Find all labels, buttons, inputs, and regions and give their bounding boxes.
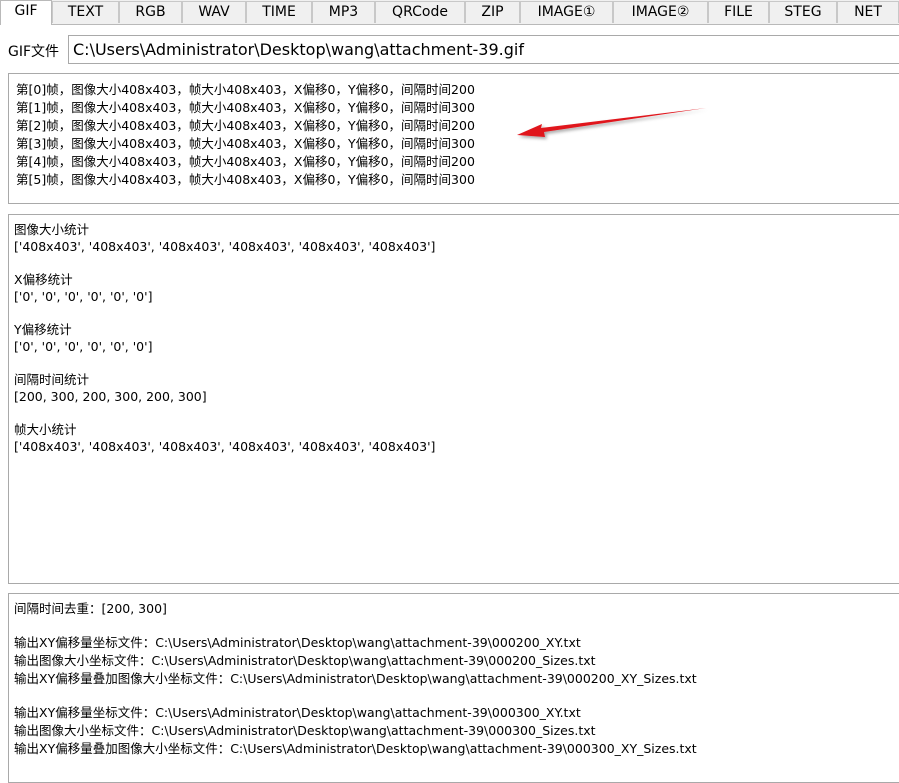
tab-qrcode[interactable]: QRCode <box>375 1 465 23</box>
tab-file[interactable]: FILE <box>708 1 769 23</box>
image-size-stats-title: 图像大小统计 <box>14 222 90 237</box>
output-file-line: 输出XY偏移量坐标文件：C:\Users\Administrator\Deskt… <box>14 635 581 650</box>
frame-size-stats-values: ['408x403', '408x403', '408x403', '408x4… <box>14 439 436 454</box>
tab-wav[interactable]: WAV <box>182 1 246 23</box>
frame-line: 第[5]帧，图像大小408x403，帧大小408x403，X偏移0，Y偏移0，间… <box>16 172 475 187</box>
x-offset-stats-title: X偏移统计 <box>14 272 73 287</box>
interval-stats-title: 间隔时间统计 <box>14 372 90 387</box>
output-textarea[interactable]: 间隔时间去重：[200, 300] 输出XY偏移量坐标文件：C:\Users\A… <box>8 593 899 783</box>
frame-line: 第[3]帧，图像大小408x403，帧大小408x403，X偏移0，Y偏移0，间… <box>16 136 475 151</box>
tab-bar: GIF TEXT RGB WAV TIME MP3 QRCode ZIP IMA… <box>0 0 899 25</box>
tab-image1[interactable]: IMAGE① <box>520 1 613 23</box>
tab-rgb[interactable]: RGB <box>119 1 182 23</box>
y-offset-stats-title: Y偏移统计 <box>14 322 72 337</box>
red-arrow-annotation <box>517 108 706 137</box>
tab-image2[interactable]: IMAGE② <box>613 1 708 23</box>
output-file-line: 输出XY偏移量叠加图像大小坐标文件：C:\Users\Administrator… <box>14 671 697 686</box>
frame-line: 第[4]帧，图像大小408x403，帧大小408x403，X偏移0，Y偏移0，间… <box>16 154 475 169</box>
image-size-stats-values: ['408x403', '408x403', '408x403', '408x4… <box>14 239 436 254</box>
tab-text[interactable]: TEXT <box>52 1 119 23</box>
stats-textarea[interactable]: 图像大小统计 ['408x403', '408x403', '408x403',… <box>8 214 899 584</box>
frame-line: 第[2]帧，图像大小408x403，帧大小408x403，X偏移0，Y偏移0，间… <box>16 118 475 133</box>
tab-zip[interactable]: ZIP <box>465 1 520 23</box>
output-file-line: 输出图像大小坐标文件：C:\Users\Administrator\Deskto… <box>14 653 596 668</box>
output-file-line: 输出XY偏移量坐标文件：C:\Users\Administrator\Deskt… <box>14 705 581 720</box>
tab-mp3[interactable]: MP3 <box>312 1 375 23</box>
tab-time[interactable]: TIME <box>246 1 312 23</box>
output-file-line: 输出XY偏移量叠加图像大小坐标文件：C:\Users\Administrator… <box>14 741 697 756</box>
frame-line: 第[1]帧，图像大小408x403，帧大小408x403，X偏移0，Y偏移0，间… <box>16 100 475 115</box>
interval-dedupe-line: 间隔时间去重：[200, 300] <box>14 601 167 616</box>
tab-gif[interactable]: GIF <box>0 0 52 25</box>
frames-textarea[interactable]: 第[0]帧，图像大小408x403，帧大小408x403，X偏移0，Y偏移0，间… <box>8 73 899 204</box>
y-offset-stats-values: ['0', '0', '0', '0', '0', '0'] <box>14 339 153 354</box>
tab-steg[interactable]: STEG <box>769 1 837 23</box>
frame-line: 第[0]帧，图像大小408x403，帧大小408x403，X偏移0，Y偏移0，间… <box>16 82 475 97</box>
frame-size-stats-title: 帧大小统计 <box>14 422 77 437</box>
gif-file-label: GIF文件 <box>8 44 60 60</box>
x-offset-stats-values: ['0', '0', '0', '0', '0', '0'] <box>14 289 153 304</box>
tab-net[interactable]: NET <box>837 1 899 23</box>
interval-stats-values: [200, 300, 200, 300, 200, 300] <box>14 389 207 404</box>
output-file-line: 输出图像大小坐标文件：C:\Users\Administrator\Deskto… <box>14 723 596 738</box>
gif-path-input[interactable]: C:\Users\Administrator\Desktop\wang\atta… <box>68 35 899 64</box>
